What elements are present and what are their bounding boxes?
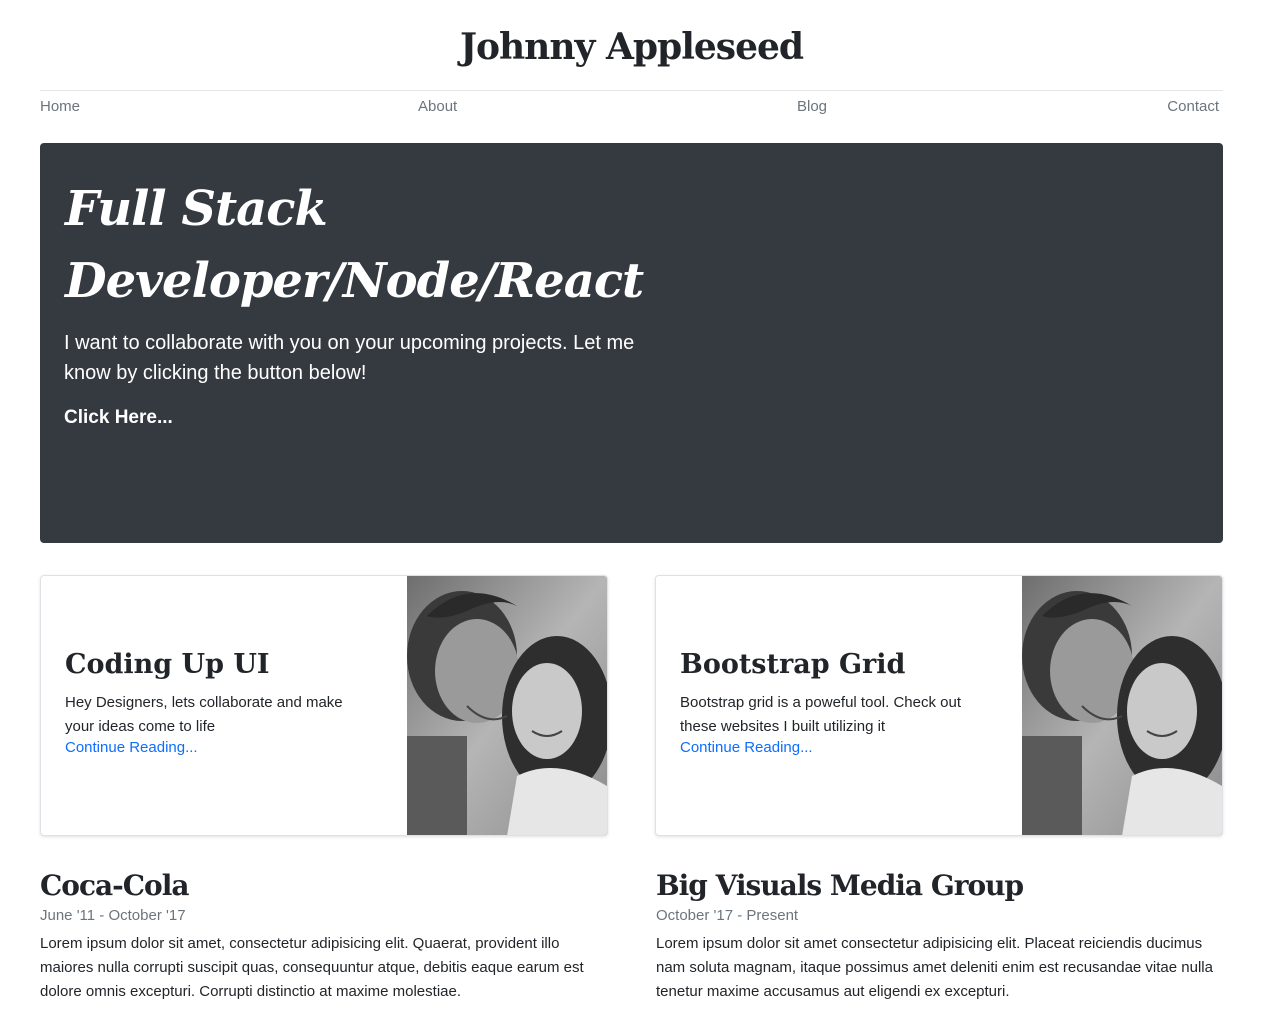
card-title: Bootstrap Grid <box>680 649 906 680</box>
job-description: Lorem ipsum dolor sit amet consectetur a… <box>656 935 1213 1000</box>
job-company: Coca-Cola <box>40 869 190 902</box>
hero-title: Full Stack Developer/Node/React <box>65 173 665 317</box>
card-text: Hey Designers, lets collaborate and make… <box>65 694 343 735</box>
featured-card-bootstrap-grid: Bootstrap Grid Bootstrap grid is a powef… <box>655 575 1223 836</box>
continue-reading-link[interactable]: Continue Reading... <box>65 739 198 756</box>
continue-reading-link[interactable]: Continue Reading... <box>680 739 813 756</box>
hero-cta-link[interactable]: Click Here... <box>64 407 173 429</box>
main-nav: Home About Blog Contact <box>40 98 1223 118</box>
couple-photo-icon <box>1022 576 1222 835</box>
job-entry-big-visuals: Big Visuals Media Group October '17 - Pr… <box>656 868 1224 1004</box>
nav-contact[interactable]: Contact <box>1167 98 1219 115</box>
hero-title-line2: Developer/Node/React <box>65 253 644 309</box>
nav-blog[interactable]: Blog <box>797 98 827 115</box>
featured-card-coding-ui: Coding Up UI Hey Designers, lets collabo… <box>40 575 608 836</box>
nav-about[interactable]: About <box>418 98 457 115</box>
job-company: Big Visuals Media Group <box>656 869 1024 902</box>
couple-photo-icon <box>407 576 607 835</box>
hero-title-line1: Full Stack <box>65 181 328 237</box>
hero-banner: Full Stack Developer/Node/React I want t… <box>40 143 1223 543</box>
card-text: Bootstrap grid is a poweful tool. Check … <box>680 694 961 735</box>
job-entry-coca-cola: Coca-Cola June '11 - October '17 Lorem i… <box>40 868 608 1004</box>
hero-lead: I want to collaborate with you on your u… <box>64 332 635 384</box>
nav-home[interactable]: Home <box>40 98 80 115</box>
job-dates: June '11 - October '17 <box>40 907 186 924</box>
job-dates: October '17 - Present <box>656 907 799 924</box>
header-divider <box>40 90 1223 91</box>
card-title: Coding Up UI <box>65 649 270 680</box>
site-title: Johnny Appleseed <box>459 26 804 68</box>
job-description: Lorem ipsum dolor sit amet, consectetur … <box>40 935 584 1000</box>
